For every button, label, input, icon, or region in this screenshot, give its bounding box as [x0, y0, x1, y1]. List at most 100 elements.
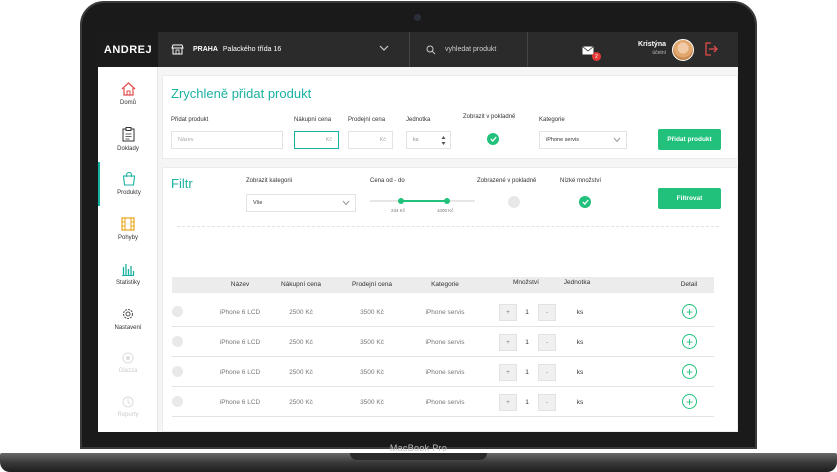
buy-price-field[interactable]: Kč	[294, 131, 339, 149]
qty-decrement-button[interactable]: -	[538, 334, 556, 351]
bar-chart-icon	[122, 263, 135, 276]
sidebar: Domů Doklady Produkty Pohyby Statistiky …	[98, 67, 158, 432]
product-name-field[interactable]: Název	[171, 131, 283, 149]
detail-plus-icon[interactable]: +	[682, 364, 697, 379]
category-value: iPhone servis	[546, 137, 580, 143]
row-checkbox[interactable]	[172, 306, 183, 317]
store-selector[interactable]: PRAHA Palackého třída 16	[158, 32, 410, 67]
avatar[interactable]	[672, 39, 694, 61]
row-checkbox[interactable]	[172, 366, 183, 377]
user-name: Kristýna	[637, 41, 666, 48]
cell-category: iPhone servis	[425, 339, 465, 346]
user-role: účetní	[652, 50, 666, 56]
logout-icon[interactable]	[705, 42, 719, 56]
filter-button[interactable]: Filtrovat	[658, 188, 721, 209]
sidebar-item-home[interactable]: Domů	[98, 72, 158, 116]
sidebar-item-label: Reporty	[117, 412, 139, 418]
sell-price-label: Prodejní cena	[348, 117, 386, 123]
price-min-handle[interactable]	[398, 198, 404, 204]
page-title: Zrychleně přidat produkt	[171, 86, 312, 101]
sidebar-item-label: Nastavení	[114, 325, 142, 331]
row-checkbox[interactable]	[172, 396, 183, 407]
qty-decrement-button[interactable]: -	[538, 394, 556, 411]
stepper-arrows-icon[interactable]	[441, 135, 446, 146]
detail-plus-icon[interactable]: +	[682, 334, 697, 349]
add-product-label: Přidat produkt	[171, 117, 209, 123]
sell-price-field[interactable]: Kč	[348, 131, 393, 149]
cell-qty: 1	[525, 339, 529, 346]
price-range-fill	[400, 200, 448, 202]
unit-stepper[interactable]: ks	[406, 131, 451, 149]
column-header-detail: Detail	[680, 281, 698, 288]
qty-decrement-button[interactable]: -	[538, 304, 556, 321]
cell-buy: 2500 Kč	[289, 309, 313, 316]
laptop-notch	[350, 453, 487, 460]
checkmark-icon	[489, 136, 497, 142]
column-header-category: Kategorie	[431, 281, 459, 288]
search-box[interactable]: vyhledat produkt	[410, 32, 528, 67]
show-register-checkbox[interactable]	[487, 133, 499, 145]
app-screen: ANDREJ PRAHA Palackého třída 16 vyhledat…	[98, 32, 738, 432]
cell-qty: 1	[525, 399, 529, 406]
sidebar-item-doklady[interactable]: Doklady	[98, 117, 158, 161]
sidebar-item-glazza[interactable]: Glazza	[98, 341, 158, 385]
cell-category: iPhone servis	[425, 369, 465, 376]
bag-icon	[122, 172, 136, 186]
table-row[interactable]: iPhone 6 LCD 2500 Kč 3500 Kč iPhone serv…	[172, 387, 714, 417]
mail-button[interactable]: 2	[582, 42, 601, 61]
filter-category-select[interactable]: Vše	[246, 194, 356, 212]
cell-unit: ks	[576, 339, 584, 346]
laptop-frame: ANDREJ PRAHA Palackého třída 16 vyhledat…	[0, 0, 837, 472]
category-label: Kategorie	[539, 117, 565, 123]
store-address: Palackého třída 16	[222, 46, 282, 53]
sidebar-item-label: Pohyby	[117, 235, 138, 241]
category-select[interactable]: iPhone servis	[539, 131, 627, 149]
add-product-button[interactable]: Přidat produkt	[658, 129, 721, 150]
table-row[interactable]: iPhone 6 LCD 2500 Kč 3500 Kč iPhone serv…	[172, 327, 714, 357]
sidebar-item-pohyby[interactable]: Pohyby	[98, 207, 158, 251]
table-header: Název Nákupní cena Prodejní cena Kategor…	[172, 277, 714, 293]
sidebar-item-nastaveni[interactable]: Nastavení	[98, 297, 158, 341]
qty-increment-button[interactable]: +	[499, 304, 517, 321]
cell-name: iPhone 6 LCD	[219, 369, 261, 376]
cell-sell: 3500 Kč	[360, 339, 384, 346]
clipboard-icon	[122, 126, 134, 141]
filter-title: Filtr	[171, 176, 193, 191]
sidebar-item-reporty[interactable]: Reporty	[98, 385, 158, 429]
user-info[interactable]: Kristýna účetní	[636, 41, 666, 56]
mail-badge: 2	[592, 52, 601, 61]
search-input[interactable]: vyhledat produkt	[445, 46, 496, 53]
cell-qty: 1	[525, 369, 529, 376]
shown-register-checkbox[interactable]	[508, 196, 520, 208]
table-row[interactable]: iPhone 6 LCD 2500 Kč 3500 Kč iPhone serv…	[172, 297, 714, 327]
qty-increment-button[interactable]: +	[499, 364, 517, 381]
row-checkbox[interactable]	[172, 336, 183, 347]
filter-category-value: Vše	[253, 200, 263, 206]
low-qty-checkbox[interactable]	[579, 196, 591, 208]
cell-sell: 3500 Kč	[360, 399, 384, 406]
sidebar-item-label: Statistiky	[115, 279, 140, 286]
table-row[interactable]: iPhone 6 LCD 2500 Kč 3500 Kč iPhone serv…	[172, 357, 714, 387]
detail-plus-icon[interactable]: +	[682, 394, 697, 409]
sidebar-item-produkty[interactable]: Produkty	[98, 162, 158, 206]
store-city: PRAHA	[193, 46, 218, 53]
divider	[177, 226, 719, 227]
cell-name: iPhone 6 LCD	[219, 399, 261, 406]
cell-buy: 2500 Kč	[289, 399, 313, 406]
search-icon	[426, 45, 436, 54]
cell-qty: 1	[525, 309, 529, 316]
qty-increment-button[interactable]: +	[499, 334, 517, 351]
sidebar-item-statistiky[interactable]: Statistiky	[98, 252, 158, 296]
chevron-down-icon	[379, 45, 389, 51]
price-max-handle[interactable]	[444, 198, 450, 204]
qty-increment-button[interactable]: +	[499, 394, 517, 411]
price-max-value: 1000 Kč	[437, 208, 454, 213]
top-bar: ANDREJ PRAHA Palackého třída 16 vyhledat…	[98, 32, 738, 67]
cell-name: iPhone 6 LCD	[219, 339, 261, 346]
cell-unit: ks	[576, 309, 584, 316]
shown-register-label: Zobrazené v pokladně	[477, 178, 537, 184]
detail-plus-icon[interactable]: +	[682, 304, 697, 319]
qty-decrement-button[interactable]: -	[538, 364, 556, 381]
store-icon	[171, 44, 184, 55]
brand-logo[interactable]: ANDREJ	[98, 32, 158, 67]
